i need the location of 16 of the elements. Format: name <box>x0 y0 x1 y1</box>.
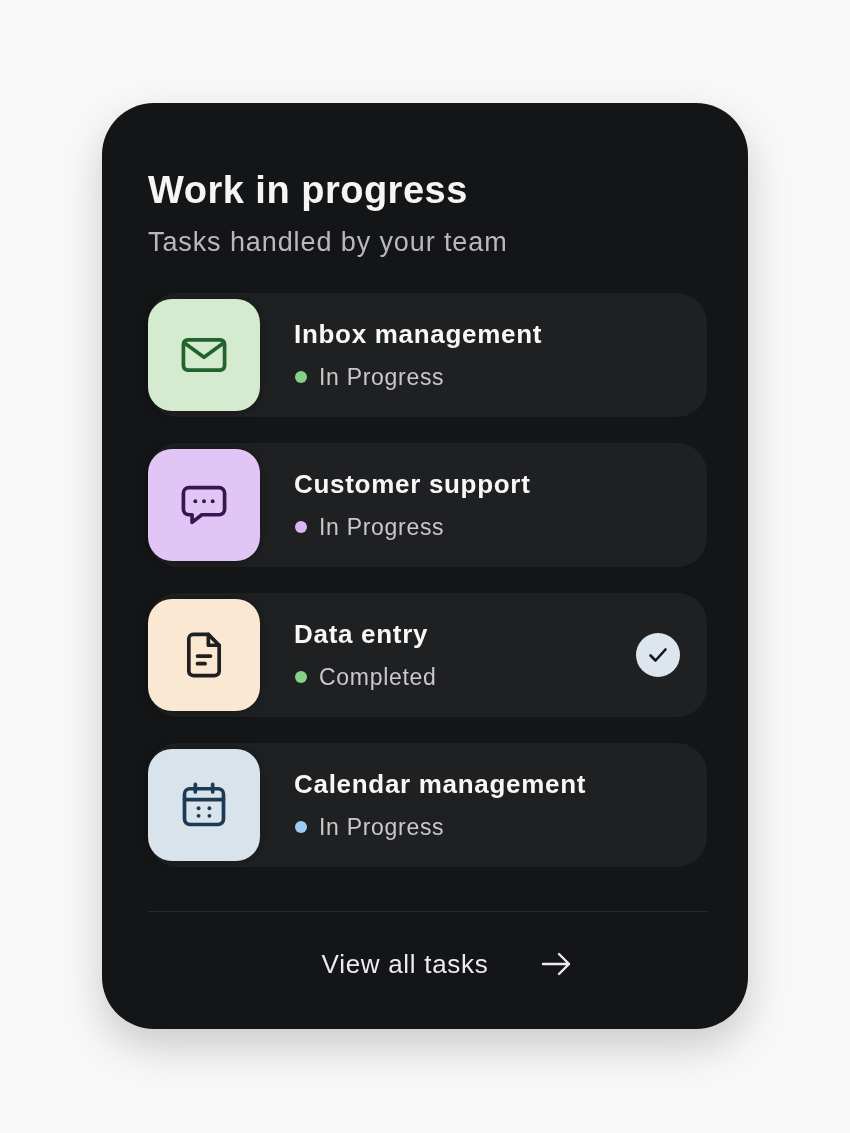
task-status: In Progress <box>319 813 445 841</box>
task-status: In Progress <box>319 363 445 391</box>
task-row[interactable]: Inbox management In Progress <box>148 293 707 417</box>
task-status: Completed <box>319 663 437 691</box>
task-name: Data entry <box>294 619 429 649</box>
task-row[interactable]: Customer support In Progress <box>148 443 707 567</box>
task-row[interactable]: Calendar management In Progress <box>148 743 707 867</box>
card-title: Work in progress <box>148 168 468 212</box>
arrow-right-icon <box>541 952 572 976</box>
task-name: Inbox management <box>294 319 543 349</box>
task-name: Calendar management <box>294 769 587 799</box>
task-status: In Progress <box>319 513 445 541</box>
task-row[interactable]: Data entry Completed <box>148 593 707 717</box>
task-name: Customer support <box>294 469 531 499</box>
view-all-tasks-link[interactable]: View all tasks <box>321 950 572 978</box>
card-subtitle: Tasks handled by your team <box>148 226 508 258</box>
